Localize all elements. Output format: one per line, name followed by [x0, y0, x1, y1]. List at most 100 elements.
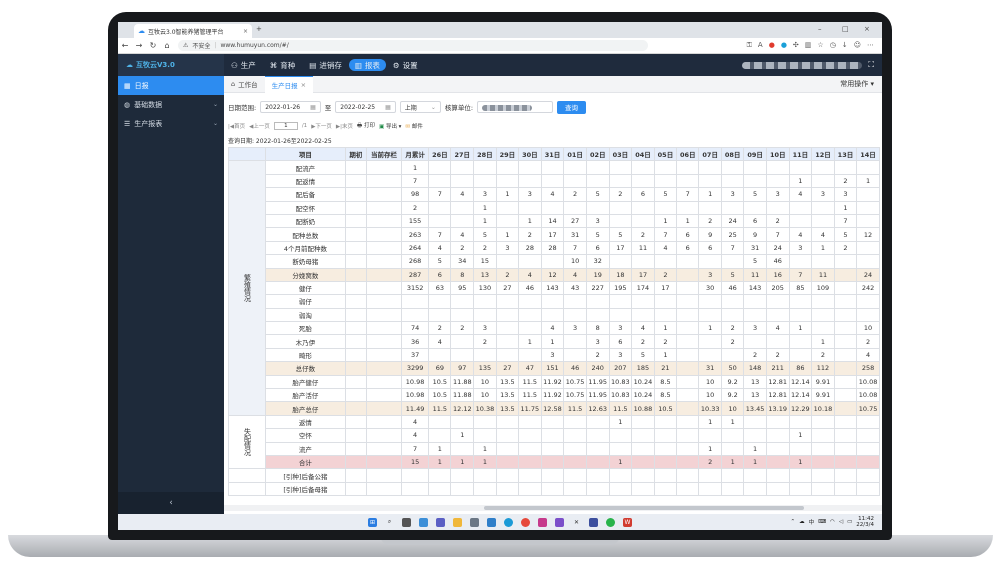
wps-icon[interactable]: W — [623, 517, 632, 527]
table-cell: 1 — [473, 213, 497, 229]
table-cell: 11 — [743, 267, 767, 282]
horizontal-scrollbar[interactable] — [224, 505, 882, 511]
download-icon[interactable]: ↓ — [842, 41, 848, 50]
mail-button[interactable]: ✉ 邮件 — [405, 122, 422, 130]
nav-production[interactable]: ⚇ 生产 — [224, 54, 263, 76]
forward-icon[interactable]: → — [132, 41, 146, 50]
history-icon[interactable]: ◷ — [830, 41, 836, 50]
table-cell — [765, 441, 790, 456]
snip-icon[interactable] — [555, 517, 564, 527]
chevron-up-icon[interactable]: ⌃ — [790, 519, 795, 525]
volume-icon[interactable]: ◁ — [839, 519, 843, 525]
scrollbar-thumb[interactable] — [484, 506, 804, 510]
settings-icon[interactable] — [470, 517, 479, 527]
task-view-icon[interactable] — [402, 517, 411, 527]
minimize-icon[interactable]: – — [818, 25, 822, 33]
favorites-icon[interactable]: ☆ — [817, 41, 823, 50]
next-page-button[interactable]: ▶下一页 — [311, 122, 332, 130]
header-cell: 月累计 — [400, 147, 430, 162]
cloud-tray-icon[interactable]: ☁ — [799, 519, 805, 525]
edge-icon[interactable] — [504, 517, 513, 527]
table-cell: 7 — [428, 187, 452, 202]
end-date-input[interactable]: 2022-02-25 ▦ — [335, 101, 396, 113]
sidebar-collapse-button[interactable]: ‹ — [118, 492, 224, 514]
more-icon[interactable]: ⋯ — [867, 41, 874, 50]
wechat-icon[interactable] — [606, 517, 615, 527]
tab-workbench[interactable]: ⌂ 工作台 — [224, 76, 265, 93]
chat-icon[interactable] — [436, 517, 445, 527]
back-icon[interactable]: ← — [118, 41, 132, 50]
clock[interactable]: 11:42 22/3/4 — [856, 516, 874, 528]
tab-production-daily[interactable]: 生产日报 × — [264, 75, 314, 93]
sidebar-item-production-report[interactable]: ☰ 生产报表 ⌄ — [118, 114, 224, 133]
new-tab-icon[interactable]: + — [256, 25, 262, 33]
table-cell — [676, 200, 700, 215]
extension-blue-icon[interactable]: ● — [781, 41, 787, 50]
query-button[interactable]: 查询 — [557, 100, 587, 114]
search-icon[interactable]: ⌕ — [385, 518, 394, 527]
extension-red-icon[interactable]: ● — [769, 41, 775, 50]
app-icon[interactable] — [538, 517, 547, 527]
note-icon[interactable] — [589, 517, 598, 527]
widgets-icon[interactable] — [419, 517, 428, 527]
table-cell — [563, 294, 587, 309]
table-cell — [676, 321, 700, 336]
table-cell: 1 — [698, 321, 722, 336]
nav-settings[interactable]: ⚙ 设置 — [386, 54, 425, 76]
keyboard-icon[interactable]: ⌨ — [818, 519, 826, 525]
page-input[interactable]: 1 — [273, 121, 298, 130]
split-screen-icon[interactable]: ▥ — [805, 41, 812, 50]
start-date-input[interactable]: 2022-01-26 ▦ — [260, 101, 321, 113]
file-explorer-icon[interactable] — [453, 517, 462, 527]
common-ops-menu[interactable]: 常用操作 ▾ — [840, 79, 882, 89]
wifi-icon[interactable]: ◠ — [830, 519, 835, 525]
table-cell — [676, 388, 700, 403]
table-cell — [585, 481, 610, 497]
url-field[interactable]: ⚠ 不安全 | www.humuyun.com/#/ — [178, 40, 648, 51]
header-cell: 28日 — [473, 147, 497, 162]
unit-select-redacted[interactable] — [477, 101, 554, 113]
windows-start-icon[interactable]: ⊞ — [368, 517, 377, 527]
photos-icon[interactable] — [487, 517, 496, 527]
input-language[interactable]: 中 — [809, 518, 815, 526]
nav-inventory[interactable]: ▤ 进销存 — [302, 54, 349, 76]
close-tab-icon[interactable]: × — [243, 28, 248, 35]
table-cell — [856, 213, 880, 229]
read-aloud-icon[interactable]: A — [758, 41, 763, 50]
battery-icon[interactable]: ▭ — [847, 519, 852, 525]
table-cell — [856, 428, 880, 443]
table-cell: 151 — [540, 361, 565, 376]
nav-breeding[interactable]: ⌘ 育种 — [263, 54, 303, 76]
table-cell: 11.5 — [518, 388, 542, 403]
browser-tab[interactable]: ☁ 互牧云3.0智能养猪管理平台 × — [134, 24, 252, 38]
report-table-wrap[interactable]: 项目 期初 当前存栏 月累计 26日 27日 28日 29日 30日 31日 01日 02日 03日 04… — [228, 147, 880, 514]
close-window-icon[interactable]: × — [864, 25, 870, 33]
chrome-icon[interactable] — [521, 517, 530, 527]
fullscreen-icon[interactable]: ⛶ — [868, 60, 874, 70]
prev-page-button[interactable]: ◀上一页 — [249, 122, 270, 130]
table-cell — [428, 414, 452, 430]
print-button[interactable]: 🖶 打印 — [357, 121, 375, 131]
table-cell — [788, 468, 813, 483]
extensions-icon[interactable]: ✣ — [793, 41, 799, 50]
table-cell: 10.24 — [631, 388, 655, 403]
close-icon[interactable]: × — [301, 81, 306, 89]
period-select[interactable]: 上期 ⌄ — [399, 101, 441, 113]
export-button[interactable]: ▣ 导出 ▾ — [379, 122, 401, 130]
profile-icon[interactable]: ☺ — [854, 41, 861, 50]
last-page-button[interactable]: ▶|末页 — [336, 122, 353, 130]
table-cell — [833, 388, 858, 403]
table-cell: 24 — [765, 240, 790, 256]
sidebar-item-daily-report[interactable]: ▦ 日报 — [118, 76, 224, 95]
table-cell: 6 — [631, 187, 655, 202]
table-cell: 1 — [653, 347, 678, 363]
key-icon[interactable]: ⚿ — [747, 41, 752, 50]
maximize-icon[interactable]: □ — [842, 25, 849, 33]
table-cell: 2 — [698, 213, 722, 229]
tools-icon[interactable]: ✕ — [572, 518, 581, 527]
home-icon[interactable]: ⌂ — [160, 41, 174, 50]
nav-reports[interactable]: ▥ 报表 — [348, 59, 386, 71]
first-page-button[interactable]: |◀首页 — [228, 122, 245, 130]
sidebar-item-basic-data[interactable]: ◍ 基础数据 ⌄ — [118, 95, 224, 114]
reload-icon[interactable]: ↻ — [146, 41, 160, 50]
